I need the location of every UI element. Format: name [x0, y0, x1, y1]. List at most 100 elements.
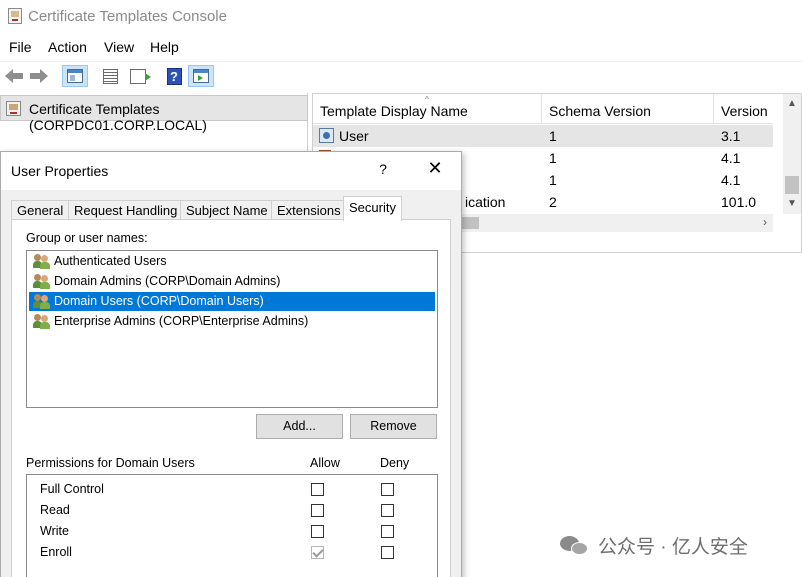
- permissions-label: Permissions for Domain Users: [26, 456, 195, 470]
- group-or-user-names-label: Group or user names:: [26, 231, 148, 245]
- scrollbar-thumb[interactable]: [785, 176, 799, 194]
- tree-node-label: Certificate Templates (CORPDC01.CORP.LOC…: [29, 101, 207, 133]
- list-horizontal-scrollbar[interactable]: ›: [461, 214, 773, 232]
- permissions-list: Full Control Read Write Enroll: [26, 474, 438, 577]
- show-hide-action-pane-button[interactable]: [188, 65, 214, 87]
- principal-item-domain-users[interactable]: Domain Users (CORP\Domain Users): [29, 292, 435, 311]
- list-vertical-scrollbar[interactable]: ▲ ▼: [783, 94, 801, 214]
- column-header-schema-version[interactable]: Schema Version: [542, 94, 714, 124]
- principal-label: Domain Admins (CORP\Domain Admins): [54, 274, 281, 288]
- list-header: ^ Template Display Name Schema Version V…: [313, 94, 773, 124]
- tab-extensions[interactable]: Extensions: [271, 200, 347, 220]
- allow-checkbox[interactable]: [311, 546, 324, 559]
- dialog-title: User Properties: [11, 163, 109, 179]
- dialog-tabs: General Request Handling Subject Name Ex…: [11, 196, 451, 221]
- menu-file[interactable]: File: [9, 39, 32, 55]
- permission-row-write: Write: [27, 521, 437, 541]
- principal-item-authenticated-users[interactable]: Authenticated Users: [29, 252, 435, 271]
- show-hide-console-tree-icon: [67, 69, 83, 83]
- sort-caret-icon: ^: [425, 95, 429, 104]
- properties-button[interactable]: [99, 65, 121, 87]
- principal-item-enterprise-admins[interactable]: Enterprise Admins (CORP\Enterprise Admin…: [29, 312, 435, 331]
- tree-node-certificate-templates[interactable]: Certificate Templates (CORPDC01.CORP.LOC…: [0, 95, 308, 133]
- permission-name: Enroll: [40, 545, 72, 559]
- forward-button[interactable]: [28, 65, 50, 87]
- export-list-button[interactable]: [125, 65, 151, 87]
- watermark-text: 公众号 · 亿人安全: [598, 536, 748, 558]
- schema-version: 2: [549, 194, 557, 210]
- permission-row-full-control: Full Control: [27, 479, 437, 499]
- users-icon: [33, 253, 51, 269]
- tab-request-handling[interactable]: Request Handling: [68, 200, 184, 220]
- column-header-version[interactable]: Version: [714, 94, 784, 124]
- menu-bar: File Action View Help: [0, 36, 802, 58]
- remove-button[interactable]: Remove: [350, 414, 437, 439]
- menu-help[interactable]: Help: [150, 39, 179, 55]
- permission-name: Full Control: [40, 482, 104, 496]
- tab-subject-name[interactable]: Subject Name: [180, 200, 274, 220]
- deny-checkbox[interactable]: [381, 504, 394, 517]
- users-icon: [33, 313, 51, 329]
- schema-version: 1: [549, 128, 557, 144]
- allow-column-header: Allow: [310, 456, 340, 470]
- show-hide-action-pane-icon: [193, 69, 209, 83]
- permissions-header: Permissions for Domain Users Allow Deny: [26, 456, 438, 472]
- security-tab-panel: Group or user names: Authenticated Users…: [11, 219, 451, 577]
- allow-checkbox[interactable]: [311, 483, 324, 496]
- schema-version: 1: [549, 150, 557, 166]
- column-header-template-display-name[interactable]: ^ Template Display Name: [313, 94, 542, 124]
- template-row-user[interactable]: User 1 3.1: [313, 125, 773, 147]
- users-icon: [33, 293, 51, 309]
- help-icon: ?: [166, 67, 182, 85]
- close-icon[interactable]: ✕: [425, 158, 445, 178]
- scrollbar-thumb[interactable]: [461, 217, 479, 229]
- dialog-titlebar: User Properties ? ✕: [1, 152, 461, 190]
- watermark: 公众号 · 亿人安全: [560, 532, 748, 558]
- permission-name: Write: [40, 524, 69, 538]
- principal-label: Domain Users (CORP\Domain Users): [54, 294, 264, 308]
- scroll-down-icon[interactable]: ▼: [787, 198, 797, 209]
- back-button[interactable]: [3, 65, 25, 87]
- principal-label: Authenticated Users: [54, 254, 167, 268]
- wechat-logo-icon: [560, 534, 590, 556]
- show-hide-console-tree-button[interactable]: [62, 65, 88, 87]
- forward-arrow-icon: [30, 69, 48, 83]
- deny-checkbox[interactable]: [381, 525, 394, 538]
- certificate-template-icon: [319, 128, 334, 143]
- deny-column-header: Deny: [380, 456, 410, 470]
- menu-view[interactable]: View: [104, 39, 134, 55]
- certificate-templates-icon: [6, 101, 21, 116]
- scroll-up-icon[interactable]: ▲: [787, 98, 797, 109]
- group-or-user-names-list: Authenticated Users Domain Admins (CORP\…: [26, 250, 438, 408]
- add-button[interactable]: Add...: [256, 414, 343, 439]
- template-version: 4.1: [721, 172, 741, 188]
- help-button[interactable]: ?: [163, 65, 185, 87]
- toolbar: ?: [0, 61, 802, 89]
- properties-icon: [102, 68, 118, 84]
- template-version: 4.1: [721, 150, 741, 166]
- permission-row-read: Read: [27, 500, 437, 520]
- principal-item-domain-admins[interactable]: Domain Admins (CORP\Domain Admins): [29, 272, 435, 291]
- deny-checkbox[interactable]: [381, 546, 394, 559]
- template-name: User: [339, 128, 369, 144]
- schema-version: 1: [549, 172, 557, 188]
- window-title: Certificate Templates Console: [28, 8, 227, 25]
- scroll-right-icon[interactable]: ›: [763, 215, 767, 229]
- permission-name: Read: [40, 503, 70, 517]
- allow-checkbox[interactable]: [311, 525, 324, 538]
- back-arrow-icon: [5, 69, 23, 83]
- user-properties-dialog: User Properties ? ✕ General Request Hand…: [0, 151, 462, 577]
- template-version: 101.0: [721, 194, 757, 210]
- principal-label: Enterprise Admins (CORP\Enterprise Admin…: [54, 314, 309, 328]
- dialog-help-button[interactable]: ?: [375, 161, 391, 177]
- tab-general[interactable]: General: [11, 200, 70, 220]
- tab-security[interactable]: Security: [343, 196, 402, 221]
- allow-checkbox[interactable]: [311, 504, 324, 517]
- users-icon: [33, 273, 51, 289]
- template-name: ication: [465, 194, 506, 210]
- permission-row-enroll: Enroll: [27, 542, 437, 562]
- menu-action[interactable]: Action: [48, 39, 87, 55]
- export-list-icon: [130, 68, 151, 84]
- deny-checkbox[interactable]: [381, 483, 394, 496]
- window-titlebar: Certificate Templates Console: [0, 0, 802, 33]
